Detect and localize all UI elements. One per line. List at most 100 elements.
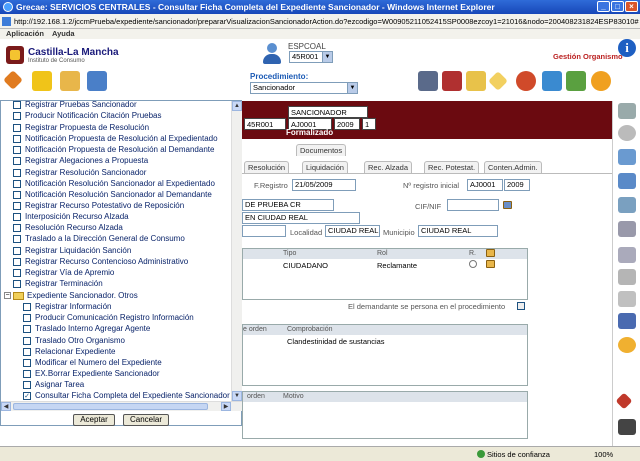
persona-name-field[interactable]: DE PRUEBA CR bbox=[242, 199, 334, 211]
checkbox[interactable] bbox=[13, 212, 21, 221]
tab-liquidacion[interactable]: Liquidación bbox=[302, 161, 348, 173]
tree-item[interactable]: Modificar el Numero del Expediente bbox=[23, 357, 162, 368]
nro-registro-year[interactable]: 2009 bbox=[504, 179, 530, 191]
tree-item[interactable]: Notificación Propuesta de Resolución al … bbox=[13, 144, 214, 155]
scroll-right-icon[interactable]: ▶ bbox=[221, 402, 231, 411]
tree-item[interactable]: Registrar Alegaciones a Propuesta bbox=[13, 155, 148, 166]
procedure-select[interactable]: Sancionador ▼ bbox=[250, 82, 358, 94]
folder-star-icon[interactable] bbox=[32, 71, 52, 91]
f-registro-field[interactable]: 21/05/2009 bbox=[292, 179, 356, 191]
user-select[interactable]: 45R001 ▼ bbox=[289, 51, 333, 63]
checkbox[interactable] bbox=[23, 358, 31, 367]
globe-icon[interactable] bbox=[516, 71, 536, 91]
checkbox[interactable] bbox=[13, 179, 21, 188]
close-button[interactable]: × bbox=[625, 1, 638, 12]
tree-item[interactable]: Traslado Otro Organismo bbox=[23, 335, 125, 346]
tree-item[interactable]: Notificación Propuesta de Resolución al … bbox=[13, 133, 218, 144]
checkbox[interactable] bbox=[13, 257, 21, 266]
tree-item[interactable]: Registrar Recurso Potestativo de Reposic… bbox=[13, 200, 184, 211]
stack-icon[interactable] bbox=[618, 197, 636, 213]
collapse-toggle[interactable]: − bbox=[4, 292, 11, 299]
checkbox[interactable] bbox=[13, 190, 21, 199]
menu-ayuda[interactable]: Ayuda bbox=[52, 29, 75, 39]
tree-item[interactable]: Registrar Información bbox=[23, 301, 111, 312]
scroll-thumb[interactable] bbox=[13, 403, 208, 410]
tree-item[interactable]: Producir Notificación Citación Pruebas bbox=[13, 110, 162, 121]
tree-item[interactable]: Registrar Recurso Contencioso Administra… bbox=[13, 256, 188, 267]
tree-item[interactable]: Registrar Pruebas Sancionador bbox=[13, 101, 137, 110]
document-icon[interactable] bbox=[618, 149, 636, 165]
localidad-field[interactable]: CIUDAD REAL bbox=[325, 225, 380, 237]
tree-item[interactable]: Relacionar Expediente bbox=[23, 346, 116, 357]
checkbox[interactable] bbox=[23, 380, 31, 389]
search-icon[interactable] bbox=[503, 201, 512, 209]
cube-icon[interactable] bbox=[618, 247, 636, 263]
cross-icon[interactable] bbox=[615, 392, 633, 410]
gear-icon[interactable] bbox=[591, 71, 611, 91]
checkbox[interactable] bbox=[13, 279, 21, 288]
tree-item[interactable]: Interposición Recurso Alzada bbox=[13, 211, 129, 222]
accept-button[interactable]: Aceptar bbox=[73, 414, 115, 426]
checkbox[interactable] bbox=[13, 101, 21, 109]
flag-icon[interactable] bbox=[618, 313, 636, 329]
nro-registro-field[interactable]: AJ0001 bbox=[467, 179, 503, 191]
tools-icon[interactable] bbox=[566, 71, 586, 91]
add-folder-icon[interactable] bbox=[486, 249, 495, 257]
sun-icon[interactable] bbox=[618, 337, 636, 353]
checkbox[interactable] bbox=[13, 168, 21, 177]
checkbox[interactable] bbox=[13, 268, 21, 277]
checkbox[interactable] bbox=[13, 111, 21, 120]
tree-item[interactable]: Asignar Tarea bbox=[23, 379, 84, 390]
info-icon[interactable]: i bbox=[618, 39, 636, 57]
checkbox[interactable] bbox=[23, 302, 31, 311]
cancel-button[interactable]: Cancelar bbox=[123, 414, 169, 426]
tree-item[interactable]: Producir Comunicación Registro Informaci… bbox=[23, 312, 194, 323]
tree-item[interactable]: Registrar Terminación bbox=[13, 278, 103, 289]
checkbox[interactable] bbox=[23, 336, 31, 345]
checkbox[interactable] bbox=[23, 369, 31, 378]
folder-open-icon[interactable] bbox=[466, 71, 486, 91]
tree-horizontal-scrollbar[interactable]: ◀ ▶ bbox=[1, 401, 242, 411]
address-url[interactable]: http://192.168.1.2/jccmPrueba/expediente… bbox=[14, 17, 639, 26]
tree-item[interactable]: Traslado a la Dirección General de Consu… bbox=[13, 233, 185, 244]
scroll-up-icon[interactable]: ▲ bbox=[232, 101, 242, 111]
tree-item[interactable]: Registrar Liquidación Sanción bbox=[13, 245, 131, 256]
checkbox-checked[interactable]: ✓ bbox=[23, 391, 31, 400]
tree-group[interactable]: Expediente Sancionador. Otros bbox=[13, 290, 138, 301]
printer-icon[interactable] bbox=[618, 269, 636, 285]
list-icon[interactable] bbox=[618, 173, 636, 189]
laptop-icon[interactable] bbox=[418, 71, 438, 91]
edit-folder-icon[interactable] bbox=[486, 260, 495, 268]
tab-resolucion[interactable]: Resolución bbox=[244, 161, 290, 173]
address-bar[interactable]: http://192.168.1.2/jccmPrueba/expediente… bbox=[0, 14, 640, 29]
tree-item-selected[interactable]: ✓ Consultar Ficha Completa del Expediente… bbox=[23, 390, 230, 401]
tree-item[interactable]: Resolución Recurso Alzada bbox=[13, 222, 123, 233]
tree-vertical-scrollbar[interactable]: ▲ ▼ bbox=[231, 101, 242, 401]
tree-item[interactable]: Notificación Resolución Sancionador al D… bbox=[13, 189, 212, 200]
menu-aplicacion[interactable]: Aplicación bbox=[6, 29, 44, 39]
tab-rec-alzada[interactable]: Rec. Alzada bbox=[364, 161, 413, 173]
checkbox[interactable] bbox=[13, 134, 21, 143]
checkbox[interactable] bbox=[13, 246, 21, 255]
minimize-button[interactable]: _ bbox=[597, 1, 610, 12]
tag-icon[interactable] bbox=[3, 70, 23, 90]
interesado-radio[interactable] bbox=[469, 260, 477, 268]
checkbox[interactable] bbox=[13, 201, 21, 210]
demandante-checkbox[interactable] bbox=[517, 302, 525, 310]
zoom-level[interactable]: 100% bbox=[594, 450, 613, 459]
persona-extra-field[interactable] bbox=[242, 225, 286, 237]
maximize-button[interactable]: □ bbox=[611, 1, 624, 12]
tab-documentos[interactable]: Documentos bbox=[296, 144, 347, 156]
gestion-organismo-link[interactable]: Gestión Organismo bbox=[553, 52, 623, 61]
cif-field[interactable] bbox=[447, 199, 499, 211]
folder-icon[interactable] bbox=[60, 71, 80, 91]
tree-item[interactable]: Registrar Propuesta de Resolución bbox=[13, 122, 149, 133]
checkbox[interactable] bbox=[13, 156, 21, 165]
tab-rec-potestat[interactable]: Rec. Potestat. bbox=[424, 161, 480, 173]
back-icon[interactable] bbox=[618, 125, 636, 141]
tree-item[interactable]: Traslado Interno Agregar Agente bbox=[23, 323, 150, 334]
checkbox[interactable] bbox=[13, 234, 21, 243]
person-icon[interactable] bbox=[542, 71, 562, 91]
checkbox[interactable] bbox=[23, 347, 31, 356]
checkbox[interactable] bbox=[23, 313, 31, 322]
